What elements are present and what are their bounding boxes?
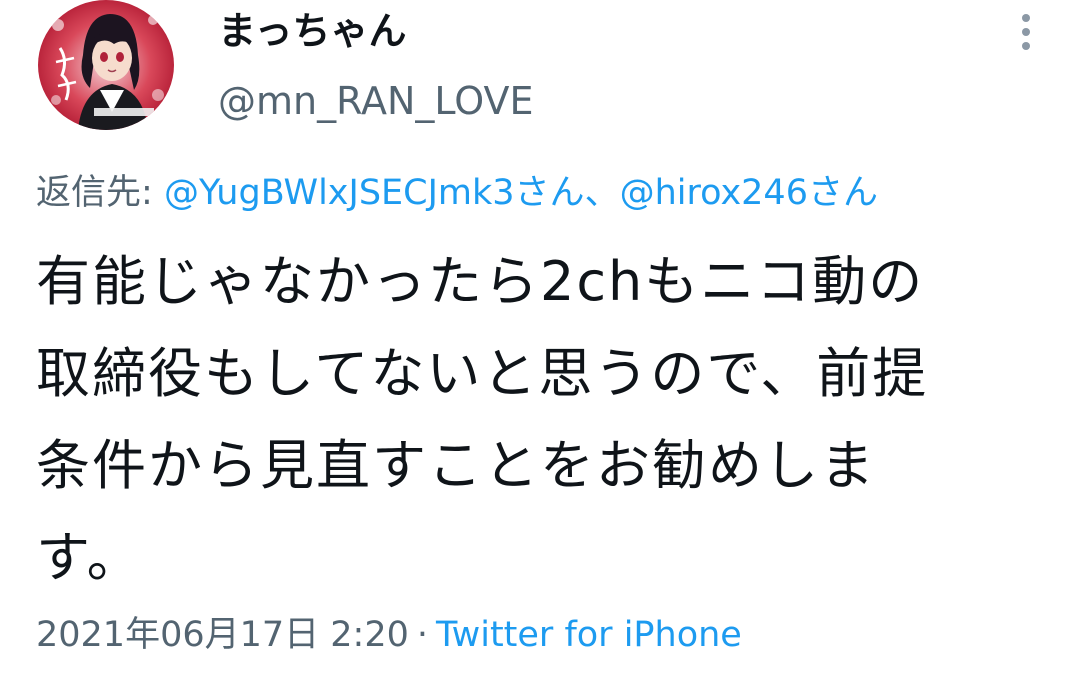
tweet-card: まっちゃん @mn_RAN_LOVE 返信先: @YugBWlxJSECJmk3… — [0, 0, 1080, 679]
reply-mention-link[interactable]: @hirox246さん — [620, 173, 878, 213]
anime-avatar-icon — [38, 0, 174, 130]
replying-to-label: 返信先: — [36, 173, 153, 213]
author-handle[interactable]: @mn_RAN_LOVE — [218, 78, 533, 124]
reply-mention-link[interactable]: @YugBWlxJSECJmk3さん — [164, 173, 585, 213]
vertical-dots-icon — [1022, 14, 1030, 50]
author-avatar[interactable] — [38, 0, 174, 130]
tweet-timestamp[interactable]: 2021年06月17日 2:20 — [36, 615, 409, 655]
meta-separator-dot: · — [416, 615, 429, 655]
replying-to: 返信先: @YugBWlxJSECJmk3さん、@hirox246さん — [36, 170, 878, 216]
tweet-body: 有能じゃなかったら2chもニコ動の 取締役もしてないと思うので、前提 条件から見… — [36, 236, 1036, 604]
tweet-text-line: 条件から見直すことをお勧めしま — [36, 434, 876, 497]
reply-separator: 、 — [584, 173, 620, 213]
tweet-text-line: 有能じゃなかったら2chもニコ動の — [36, 250, 925, 313]
tweet-source-link[interactable]: Twitter for iPhone — [436, 615, 742, 655]
tweet-text-line: す。 — [36, 526, 143, 589]
author-display-name[interactable]: まっちゃん — [218, 8, 406, 54]
tweet-text-line: 取締役もしてないと思うので、前提 — [36, 342, 929, 405]
tweet-meta: 2021年06月17日 2:20 · Twitter for iPhone — [36, 612, 742, 658]
more-options-button[interactable] — [1004, 10, 1048, 54]
